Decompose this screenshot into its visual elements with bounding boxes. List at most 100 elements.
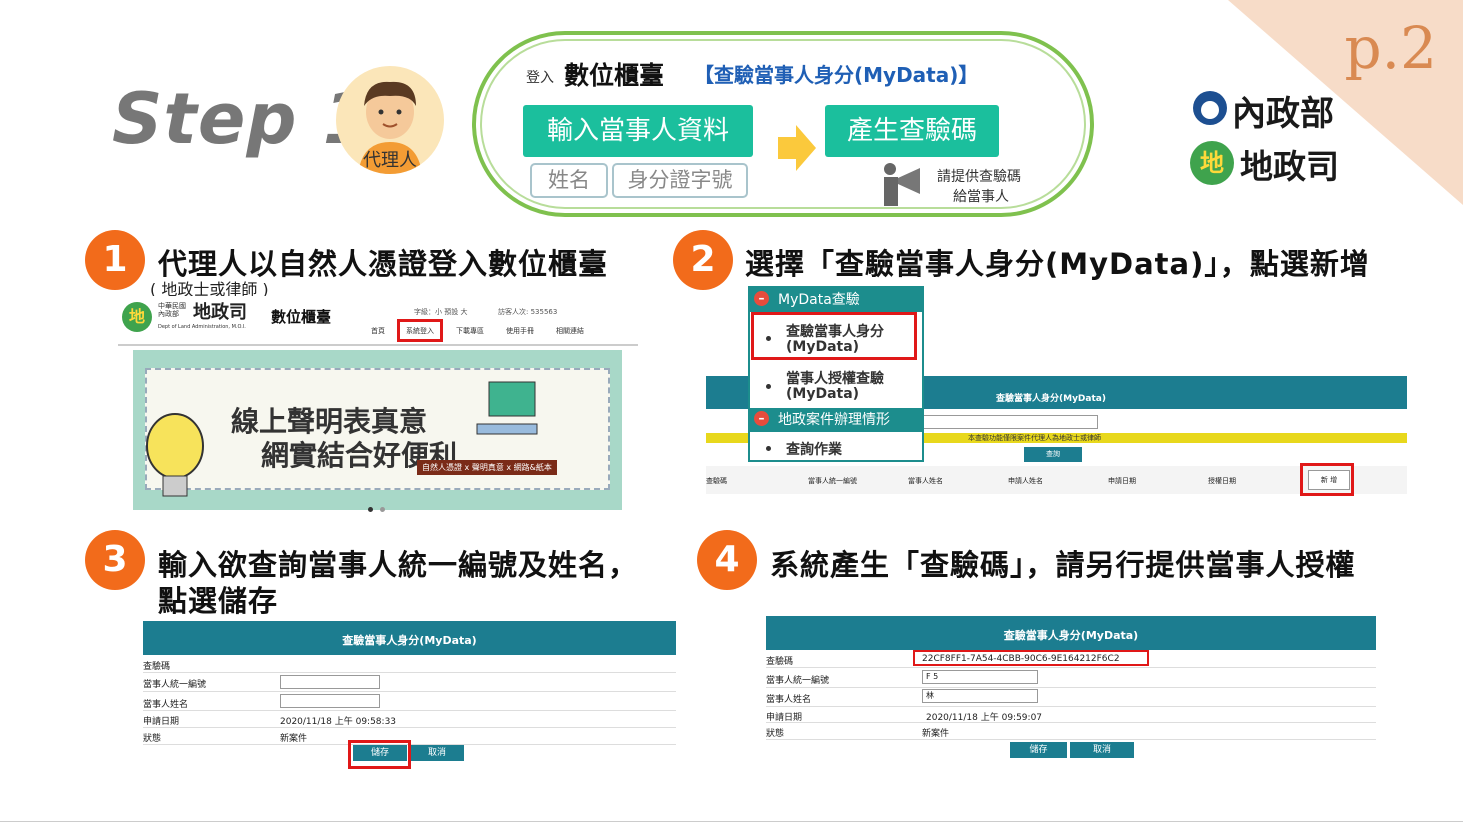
form4-id-input[interactable]: F 5 <box>922 670 1038 684</box>
arrow-right-icon <box>778 125 816 171</box>
form4-label-status: 狀態 <box>766 729 785 739</box>
form4-label-code: 查驗碼 <box>766 657 794 667</box>
site-org-en: Dept of Land Administration, M.O.I. <box>158 324 246 330</box>
form4-cancel-button[interactable]: 取消 <box>1070 742 1134 758</box>
name-field-tag: 姓名 <box>530 163 608 198</box>
provide-code-line1: 請提供查驗碼 <box>937 169 1021 185</box>
computer-icon <box>476 381 538 435</box>
carousel-dot-1[interactable] <box>368 507 373 512</box>
bottom-rule <box>0 821 1463 822</box>
nav-links[interactable]: 相關連結 <box>556 326 584 336</box>
identity-highlight <box>751 312 917 360</box>
carousel-dot-2[interactable] <box>380 507 385 512</box>
divider <box>766 739 1376 740</box>
mydata-table-title: 查驗當事人身分(MyData) <box>996 394 1106 404</box>
divider <box>143 691 676 692</box>
form3-label-id: 當事人統一編號 <box>143 680 207 690</box>
lightbulb-icon <box>146 413 204 497</box>
form3-label-name: 當事人姓名 <box>143 700 189 710</box>
form3-status: 新案件 <box>280 734 308 744</box>
ministry-name: 內政部 <box>1232 94 1334 134</box>
form4-status: 新案件 <box>922 729 950 739</box>
avatar-label: 代理人 <box>363 150 417 171</box>
menu-item-query[interactable]: 查詢作業 <box>786 439 842 459</box>
form3-name-input[interactable] <box>280 694 380 708</box>
step-title: Step 1 <box>112 78 373 160</box>
site-org-name: 地政司 <box>193 302 247 323</box>
minus-icon: – <box>754 411 769 426</box>
menu-item-authorized-check-sub: (MyData) <box>786 386 860 402</box>
megaphone-person-icon <box>884 163 920 206</box>
divider <box>143 672 676 673</box>
bullet-icon <box>766 384 771 389</box>
mydata-label: 【查驗當事人身分(MyData)】 <box>694 63 979 87</box>
nav-downloads[interactable]: 下載專區 <box>456 326 484 336</box>
generate-code-button: 產生查驗碼 <box>825 105 999 157</box>
form4-label-name: 當事人姓名 <box>766 695 812 705</box>
form3-header: 查驗當事人身分(MyData) <box>143 621 676 655</box>
divider <box>766 706 1376 707</box>
divider <box>766 687 1376 688</box>
form3-label-date: 申請日期 <box>143 717 180 727</box>
site-banner: 線上聲明表真意 網實結合好便利 自然人憑證 x 聲明真意 x 網路&紙本 <box>133 350 622 510</box>
counter-name: 數位櫃臺 <box>564 61 665 90</box>
site-logo-icon: 地 <box>122 302 152 332</box>
provide-code-line2: 給當事人 <box>953 189 1009 205</box>
avatar: 代理人 <box>336 66 444 174</box>
nav-home[interactable]: 首頁 <box>371 326 385 336</box>
divider <box>143 727 676 728</box>
form3-cancel-button[interactable]: 取消 <box>410 745 464 761</box>
menu-case-label: 地政案件辦理情形 <box>778 412 890 428</box>
form3-label-code: 查驗碼 <box>143 662 171 672</box>
notice-text: 本查驗功能僅限案件代理人為地政士或律師 <box>968 434 1101 442</box>
site-portal-name: 數位櫃臺 <box>271 308 332 326</box>
form4-name-input[interactable]: 林 <box>922 689 1038 703</box>
dept-name: 地政司 <box>1240 147 1339 186</box>
divider <box>143 710 676 711</box>
banner-tag: 自然人憑證 x 聲明真意 x 網路&紙本 <box>417 460 557 475</box>
form3-id-input[interactable] <box>280 675 380 689</box>
form4-save-button[interactable]: 儲存 <box>1010 742 1067 758</box>
step-1-number: 1 <box>85 230 145 290</box>
nav-manual[interactable]: 使用手冊 <box>506 326 534 336</box>
form3-apply-date: 2020/11/18 上午 09:58:33 <box>280 717 397 727</box>
input-party-data-button: 輸入當事人資料 <box>523 105 753 157</box>
form3-label-status: 狀態 <box>143 734 162 744</box>
page-number: p.2 <box>1344 14 1437 82</box>
menu-item-authorized-check[interactable]: 當事人授權查驗 <box>786 368 884 388</box>
code-highlight <box>913 650 1149 666</box>
site-small-org: 中華民國 內政部 <box>158 302 186 318</box>
menu-case-header[interactable]: – 地政案件辦理情形 <box>750 408 922 432</box>
form4-header: 查驗當事人身分(MyData) <box>766 616 1376 650</box>
step-3-number: 3 <box>85 530 145 590</box>
col-applicant: 申請人姓名 <box>1008 477 1043 485</box>
site-header: 地 中華民國 內政部 地政司 Dept of Land Administrati… <box>118 296 638 346</box>
col-code: 查驗碼 <box>706 477 727 485</box>
ministry-logo-icon <box>1193 91 1227 125</box>
step-4-number: 4 <box>697 530 757 590</box>
font-size-selector[interactable]: 字級：小 預設 大 <box>414 307 467 317</box>
id-field-tag: 身分證字號 <box>612 163 748 198</box>
col-party-id: 當事人統一編號 <box>808 477 857 485</box>
mydata-search-input[interactable] <box>920 415 1098 429</box>
col-apply-date: 申請日期 <box>1108 477 1136 485</box>
minus-icon: – <box>754 291 769 306</box>
login-highlight <box>397 319 443 342</box>
menu-mydata-header[interactable]: – MyData查驗 <box>750 288 922 312</box>
divider <box>766 667 1376 668</box>
bullet-icon <box>766 446 771 451</box>
menu-mydata-label: MyData查驗 <box>778 292 860 308</box>
step-4-title: 系統產生「查驗碼」，請另行提供當事人授權 <box>770 548 1356 582</box>
save-highlight <box>348 740 411 769</box>
step-2-number: 2 <box>673 230 733 290</box>
col-party-name: 當事人姓名 <box>908 477 943 485</box>
divider <box>766 722 1376 723</box>
add-highlight <box>1300 463 1354 496</box>
step-2-title: 選擇「查驗當事人身分(MyData)」，點選新增 <box>745 247 1370 281</box>
login-prefix: 登入 <box>526 70 554 86</box>
form4-label-id: 當事人統一編號 <box>766 676 830 686</box>
search-button[interactable]: 查詢 <box>1024 447 1082 462</box>
visitor-counter: 訪客人次: 535563 <box>498 308 558 316</box>
step-3-title-line2: 點選儲存 <box>158 584 279 618</box>
col-auth-date: 授權日期 <box>1208 477 1236 485</box>
